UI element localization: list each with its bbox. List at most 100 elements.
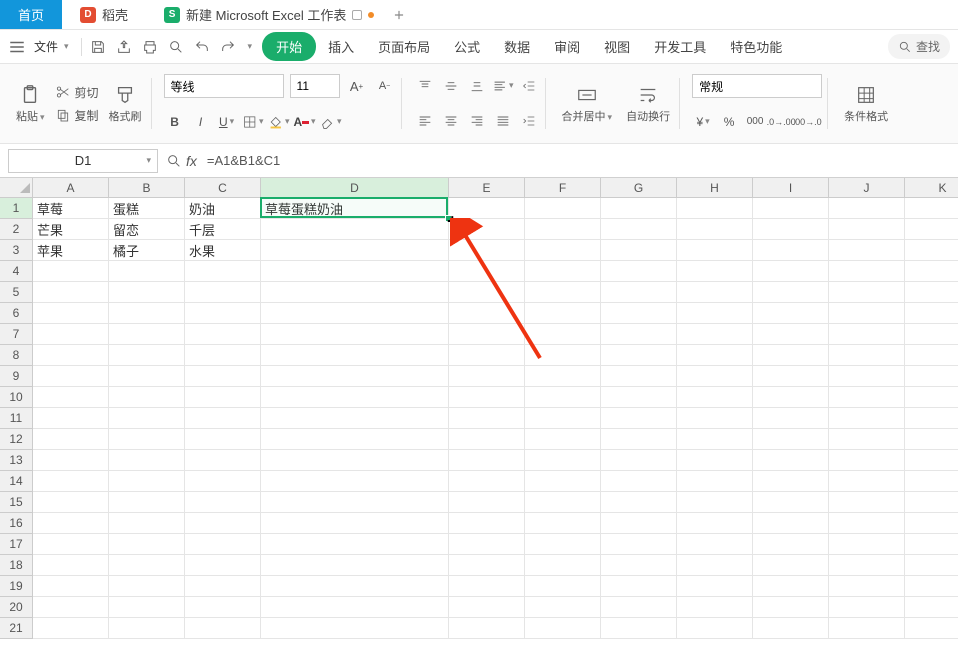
cell-I21[interactable] <box>753 618 829 639</box>
cell-K4[interactable] <box>905 261 958 282</box>
cell-F17[interactable] <box>525 534 601 555</box>
tab-workbook[interactable]: S 新建 Microsoft Excel 工作表 <box>146 0 384 29</box>
print-icon[interactable] <box>142 39 158 55</box>
cell-I10[interactable] <box>753 387 829 408</box>
thousands-button[interactable]: 000 <box>744 111 766 133</box>
row-header-4[interactable]: 4 <box>0 261 33 282</box>
cell-C14[interactable] <box>185 471 261 492</box>
cell-K15[interactable] <box>905 492 958 513</box>
ribbon-tab-8[interactable]: 特色功能 <box>718 31 794 62</box>
cell-C12[interactable] <box>185 429 261 450</box>
cell-A2[interactable]: 芒果 <box>33 219 109 240</box>
cell-F7[interactable] <box>525 324 601 345</box>
align-left-button[interactable] <box>414 110 436 132</box>
cell-F11[interactable] <box>525 408 601 429</box>
cell-B20[interactable] <box>109 597 185 618</box>
cell-G11[interactable] <box>601 408 677 429</box>
cell-D16[interactable] <box>261 513 449 534</box>
cell-D13[interactable] <box>261 450 449 471</box>
name-box[interactable]: D1 <box>8 149 158 173</box>
cell-E9[interactable] <box>449 366 525 387</box>
cell-H19[interactable] <box>677 576 753 597</box>
row-header-5[interactable]: 5 <box>0 282 33 303</box>
cell-A11[interactable] <box>33 408 109 429</box>
cell-K17[interactable] <box>905 534 958 555</box>
cell-H9[interactable] <box>677 366 753 387</box>
cell-A1[interactable]: 草莓 <box>33 198 109 219</box>
align-top-button[interactable] <box>414 75 436 97</box>
cell-B21[interactable] <box>109 618 185 639</box>
cell-F18[interactable] <box>525 555 601 576</box>
col-header-H[interactable]: H <box>677 178 753 198</box>
col-header-F[interactable]: F <box>525 178 601 198</box>
cell-A7[interactable] <box>33 324 109 345</box>
cell-A5[interactable] <box>33 282 109 303</box>
cell-E11[interactable] <box>449 408 525 429</box>
save-icon[interactable] <box>90 39 106 55</box>
cell-J9[interactable] <box>829 366 905 387</box>
decrease-indent-button[interactable] <box>518 75 540 97</box>
cell-D14[interactable] <box>261 471 449 492</box>
cell-G16[interactable] <box>601 513 677 534</box>
cell-F12[interactable] <box>525 429 601 450</box>
file-menu[interactable]: 文件▾ <box>30 36 73 57</box>
font-size-select[interactable] <box>290 74 340 98</box>
cell-E14[interactable] <box>449 471 525 492</box>
ribbon-tab-4[interactable]: 数据 <box>492 31 542 62</box>
cell-E6[interactable] <box>449 303 525 324</box>
cell-B6[interactable] <box>109 303 185 324</box>
cell-B17[interactable] <box>109 534 185 555</box>
cell-B4[interactable] <box>109 261 185 282</box>
cell-J11[interactable] <box>829 408 905 429</box>
row-header-10[interactable]: 10 <box>0 387 33 408</box>
cell-E5[interactable] <box>449 282 525 303</box>
clear-format-button[interactable]: ▾ <box>320 111 342 133</box>
cell-E7[interactable] <box>449 324 525 345</box>
cell-K14[interactable] <box>905 471 958 492</box>
cell-B7[interactable] <box>109 324 185 345</box>
tab-home[interactable]: 首页 <box>0 0 62 29</box>
cell-E4[interactable] <box>449 261 525 282</box>
cell-F4[interactable] <box>525 261 601 282</box>
cell-J20[interactable] <box>829 597 905 618</box>
row-header-11[interactable]: 11 <box>0 408 33 429</box>
cell-A20[interactable] <box>33 597 109 618</box>
cell-J21[interactable] <box>829 618 905 639</box>
row-header-12[interactable]: 12 <box>0 429 33 450</box>
cell-B16[interactable] <box>109 513 185 534</box>
row-header-6[interactable]: 6 <box>0 303 33 324</box>
cell-A3[interactable]: 苹果 <box>33 240 109 261</box>
cell-K10[interactable] <box>905 387 958 408</box>
cell-K13[interactable] <box>905 450 958 471</box>
row-header-8[interactable]: 8 <box>0 345 33 366</box>
row-header-20[interactable]: 20 <box>0 597 33 618</box>
cell-I8[interactable] <box>753 345 829 366</box>
cell-C3[interactable]: 水果 <box>185 240 261 261</box>
cell-D8[interactable] <box>261 345 449 366</box>
cell-G3[interactable] <box>601 240 677 261</box>
format-painter-button[interactable]: 格式刷 <box>105 80 146 128</box>
cell-F1[interactable] <box>525 198 601 219</box>
cell-A18[interactable] <box>33 555 109 576</box>
ribbon-tab-0[interactable]: 开始 <box>262 32 316 61</box>
cell-A9[interactable] <box>33 366 109 387</box>
search-box[interactable]: 查找 <box>888 34 950 59</box>
cell-G1[interactable] <box>601 198 677 219</box>
col-header-G[interactable]: G <box>601 178 677 198</box>
increase-font-button[interactable]: A+ <box>346 75 368 97</box>
cell-I13[interactable] <box>753 450 829 471</box>
cell-G12[interactable] <box>601 429 677 450</box>
cell-J2[interactable] <box>829 219 905 240</box>
cell-D3[interactable] <box>261 240 449 261</box>
row-header-3[interactable]: 3 <box>0 240 33 261</box>
col-header-B[interactable]: B <box>109 178 185 198</box>
cell-D11[interactable] <box>261 408 449 429</box>
cell-F15[interactable] <box>525 492 601 513</box>
cell-C7[interactable] <box>185 324 261 345</box>
cell-F19[interactable] <box>525 576 601 597</box>
number-format-select[interactable] <box>692 74 822 98</box>
cell-G7[interactable] <box>601 324 677 345</box>
decrease-decimal-button[interactable]: .00→.0 <box>796 111 818 133</box>
cell-D20[interactable] <box>261 597 449 618</box>
cell-K19[interactable] <box>905 576 958 597</box>
